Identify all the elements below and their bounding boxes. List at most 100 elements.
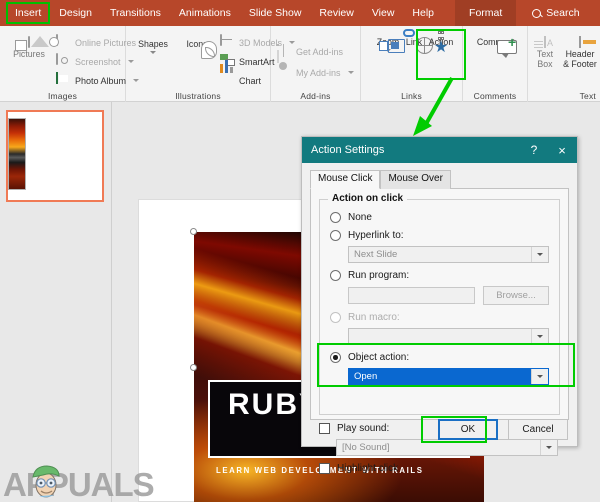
run-program-row: Browse... [348,286,549,305]
search-icon [532,8,542,18]
ok-button[interactable]: OK [438,419,498,440]
hyperlink-combo-value: Next Slide [354,249,398,260]
tab-mouse-click[interactable]: Mouse Click [310,170,381,189]
dialog-tabs: Mouse Click Mouse Over [310,170,569,189]
cancel-button[interactable]: Cancel [508,419,568,440]
highlight-click-row[interactable]: Highlight click [319,460,560,477]
ribbon-tab-help[interactable]: Help [403,0,443,26]
annotation-arrow-icon [413,77,454,136]
option-run-macro-label: Run macro: [348,312,400,323]
option-none-label: None [348,212,372,223]
get-addins-label: Get Add-ins [296,46,344,57]
ribbon-tab-transitions[interactable]: Transitions [101,0,170,26]
highlight-click-checkbox[interactable] [319,463,330,474]
selection-handle-middle-left[interactable] [190,364,197,371]
option-hyperlink-to[interactable]: Hyperlink to: [330,227,549,244]
powerpoint-window: Insert Design Transitions Animations Sli… [0,0,600,502]
run-program-input[interactable] [348,287,475,304]
option-run-macro: Run macro: [330,309,549,326]
object-action-combo[interactable]: Open [348,368,549,385]
radio-object-action-icon[interactable] [330,352,341,363]
dialog-title: Action Settings [311,144,385,156]
run-macro-combo [348,328,549,345]
play-sound-checkbox[interactable] [319,423,330,434]
icons-button[interactable]: Icons [174,37,220,59]
comment-button[interactable]: + Comment [472,35,520,58]
chart-button[interactable]: Chart [220,60,262,88]
pictures-icon [6,36,52,48]
search-box[interactable]: Search [532,7,580,19]
tab-mouse-over[interactable]: Mouse Over [380,170,451,189]
fieldset-legend: Action on click [328,193,408,204]
text-box-label-1: Text [536,49,554,59]
ribbon-tab-slide-show[interactable]: Slide Show [240,0,311,26]
group-label-images: Images [47,91,78,101]
header-footer-button[interactable]: Header & Footer [559,35,600,69]
watermark-text: APPUALS [3,466,155,502]
smartart-label: SmartArt [239,56,275,67]
chart-label: Chart [239,75,262,86]
header-footer-label-2: & Footer [563,59,597,69]
ribbon-tab-insert[interactable]: Insert [6,0,51,26]
ribbon-group-comments: + Comment Comments [463,26,528,102]
my-addins-label: My Add-ins [296,67,341,78]
shapes-label: Shapes [138,39,168,49]
get-addins-button[interactable]: Get Add-ins [277,44,343,59]
my-addins-button[interactable]: My Add-ins [277,65,354,80]
action-settings-dialog[interactable]: Action Settings ? × Mouse Click Mouse Ov… [301,136,578,474]
photo-album-label: Photo Album [75,75,127,86]
help-icon[interactable]: ? [521,137,547,163]
dialog-button-row: OK Cancel [438,419,568,440]
option-run-program-label: Run program: [348,270,410,281]
highlight-click-label: Highlight click [337,463,399,474]
text-box-label-2: Box [537,59,553,69]
screenshot-button[interactable]: Screenshot [56,53,134,69]
option-object-action-label: Object action: [348,352,410,363]
watermark-mascot-icon [32,465,60,498]
slide-thumbnail-1[interactable] [6,110,104,202]
text-box-button[interactable]: Text Box [529,35,561,69]
object-action-combo-chevron-down-icon[interactable] [531,369,548,384]
ribbon-tab-review[interactable]: Review [310,0,362,26]
ribbon-group-addins: Get Add-ins My Add-ins Add-ins [271,26,361,102]
cloud-icon [277,65,292,80]
slide-thumbnail-pane[interactable] [0,102,112,502]
hyperlink-combo[interactable]: Next Slide [348,246,549,263]
header-footer-icon [559,36,600,48]
cube-icon [220,34,235,50]
text-box-icon [529,36,561,48]
photo-album-icon [56,72,71,88]
ribbon-group-images: Pictures Online Pictures Screenshot Phot… [0,26,140,102]
play-sound-combo-chevron-down-icon[interactable] [540,440,557,455]
shapes-button[interactable]: Shapes [130,37,176,54]
radio-hyperlink-icon[interactable] [330,230,341,241]
ribbon-tab-format[interactable]: Format [455,0,517,26]
hyperlink-combo-chevron-down-icon[interactable] [531,247,548,262]
option-none[interactable]: None [330,209,549,226]
selection-handle-top-left[interactable] [190,228,197,235]
ribbon-group-illustrations: Shapes Icons 3D Models SmartArt Chart Il… [126,26,296,102]
pictures-button[interactable]: Pictures [6,35,52,59]
my-addins-caret-icon[interactable] [347,71,354,74]
ribbon-tab-design[interactable]: Design [50,0,101,26]
addins-grid-icon [277,44,292,59]
option-run-program[interactable]: Run program: [330,267,549,284]
close-icon[interactable]: × [547,137,577,163]
play-sound-combo[interactable]: [No Sound] [336,439,558,456]
browse-button[interactable]: Browse... [483,286,549,305]
online-pictures-button[interactable]: Online Pictures [56,34,136,50]
group-label-text: Text [579,91,596,101]
action-button[interactable]: ★ Action [418,31,464,56]
radio-run-program-icon[interactable] [330,270,341,281]
ribbon-tab-view[interactable]: View [363,0,404,26]
action-on-click-fieldset: Action on click None Hyperlink to: Next … [317,193,575,415]
watermark: APPUALS [3,465,155,502]
group-label-illustrations: Illustrations [175,91,221,101]
screenshot-icon [56,53,71,69]
radio-none-icon[interactable] [330,212,341,223]
ribbon-tab-animations[interactable]: Animations [170,0,240,26]
option-object-action[interactable]: Object action: [330,349,549,366]
play-sound-combo-value: [No Sound] [342,442,390,453]
shapes-caret-icon[interactable] [150,51,156,54]
ribbon: Pictures Online Pictures Screenshot Phot… [0,26,600,102]
